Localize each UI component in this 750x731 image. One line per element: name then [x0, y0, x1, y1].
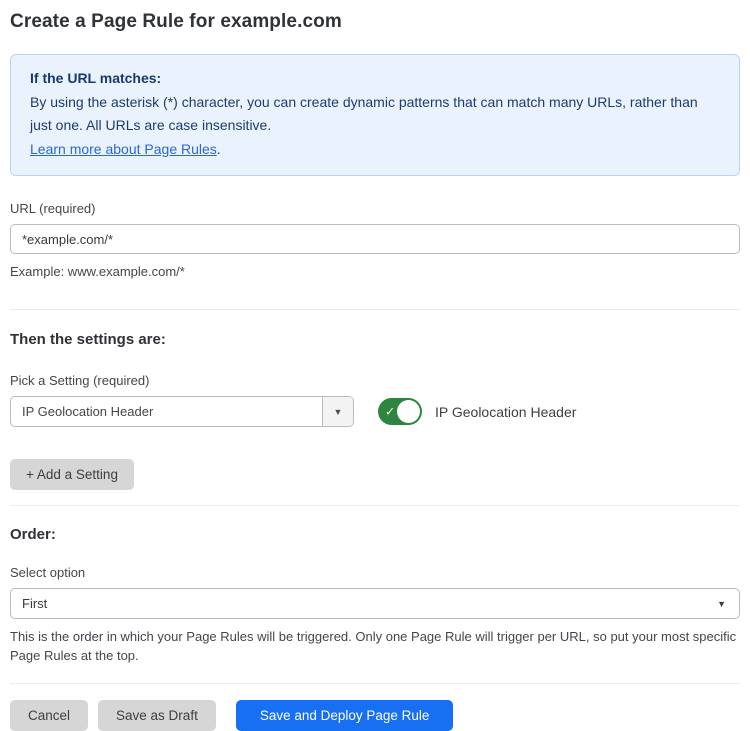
- setting-dropdown-button[interactable]: ▼: [322, 397, 353, 426]
- order-select[interactable]: First ▼: [10, 588, 740, 619]
- page-rule-form: Create a Page Rule for example.com If th…: [0, 0, 750, 731]
- save-as-draft-button[interactable]: Save as Draft: [98, 700, 216, 731]
- ip-geolocation-toggle[interactable]: ✓: [378, 398, 422, 425]
- url-example-text: Example: www.example.com/*: [10, 262, 740, 281]
- setting-dropdown-value: IP Geolocation Header: [11, 397, 322, 426]
- learn-more-link[interactable]: Learn more about Page Rules: [30, 141, 217, 157]
- divider: [10, 683, 740, 684]
- link-suffix: .: [217, 141, 221, 157]
- order-section-heading: Order:: [10, 526, 740, 543]
- info-box-body: By using the asterisk (*) character, you…: [30, 91, 720, 138]
- info-box-heading: If the URL matches:: [30, 67, 720, 91]
- url-match-info-box: If the URL matches: By using the asteris…: [10, 54, 740, 176]
- url-input[interactable]: [10, 224, 740, 254]
- setting-picker-label: Pick a Setting (required): [10, 373, 740, 388]
- divider: [10, 309, 740, 310]
- toggle-label: IP Geolocation Header: [435, 404, 576, 420]
- page-title: Create a Page Rule for example.com: [10, 11, 740, 33]
- cancel-button[interactable]: Cancel: [10, 700, 88, 731]
- url-field-label: URL (required): [10, 201, 740, 216]
- add-setting-button[interactable]: + Add a Setting: [10, 459, 134, 490]
- chevron-down-icon: ▼: [334, 407, 343, 417]
- info-box-link-line: Learn more about Page Rules.: [30, 138, 720, 162]
- check-icon: ✓: [385, 404, 395, 418]
- form-actions: Cancel Save as Draft Save and Deploy Pag…: [10, 700, 740, 731]
- divider: [10, 505, 740, 506]
- toggle-knob: [397, 400, 420, 423]
- settings-section-heading: Then the settings are:: [10, 331, 740, 348]
- chevron-down-icon: ▼: [717, 599, 726, 609]
- order-help-text: This is the order in which your Page Rul…: [10, 627, 740, 665]
- save-and-deploy-button[interactable]: Save and Deploy Page Rule: [236, 700, 454, 731]
- setting-row: IP Geolocation Header ▼ ✓ IP Geolocation…: [10, 396, 740, 427]
- setting-dropdown[interactable]: IP Geolocation Header ▼: [10, 396, 354, 427]
- order-select-value: First: [22, 596, 47, 611]
- order-select-label: Select option: [10, 565, 740, 580]
